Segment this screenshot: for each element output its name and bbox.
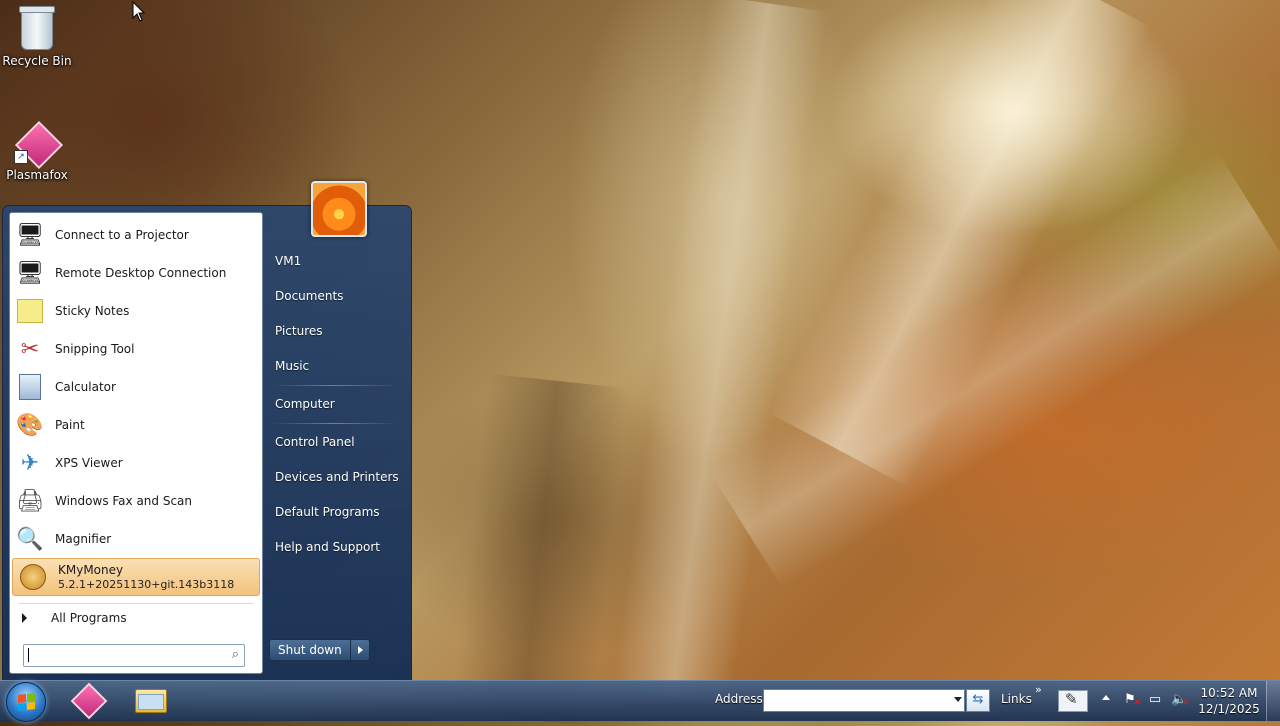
address-input[interactable] xyxy=(764,690,948,711)
address-toolbar-label: Address xyxy=(715,692,763,706)
wallpaper-streak xyxy=(708,151,1280,589)
plasmafox-icon: ↗ xyxy=(14,124,60,164)
places-item-help-support[interactable]: Help and Support xyxy=(265,530,405,565)
shutdown-button[interactable]: Shut down xyxy=(269,639,351,661)
places-item-documents[interactable]: Documents xyxy=(265,279,405,314)
text-caret xyxy=(28,648,29,662)
links-chevron-icon[interactable]: » xyxy=(1035,683,1042,696)
plasmafox-icon xyxy=(70,682,108,720)
program-item-sticky-notes[interactable]: Sticky Notes xyxy=(10,292,262,330)
start-search-input[interactable] xyxy=(28,645,222,666)
network-icon[interactable]: ▭ xyxy=(1147,692,1163,708)
separator xyxy=(271,385,399,386)
program-item-snipping-tool[interactable]: ✂ Snipping Tool xyxy=(10,330,262,368)
show-desktop-button[interactable] xyxy=(1266,681,1280,721)
fax-scan-icon: 🖨 xyxy=(16,488,44,514)
start-menu-places: VM1 Documents Pictures Music Computer Co… xyxy=(265,244,405,565)
kmymoney-icon xyxy=(17,561,49,593)
program-item-kmymoney[interactable]: KMyMoney 5.2.1+20251130+git.143b3118 xyxy=(12,558,260,596)
recycle-bin-icon xyxy=(19,6,55,50)
program-version: 5.2.1+20251130+git.143b3118 xyxy=(58,577,235,591)
address-go-button[interactable]: ⇆ xyxy=(966,689,990,712)
xps-viewer-icon: ✈ xyxy=(20,450,40,476)
program-item-remote-desktop[interactable]: 🖥 Remote Desktop Connection xyxy=(10,254,262,292)
start-menu-programs-pane: 🖥 Connect to a Projector 🖥 Remote Deskto… xyxy=(9,212,263,674)
places-item-music[interactable]: Music xyxy=(265,349,405,384)
show-hidden-icons-icon[interactable] xyxy=(1102,695,1110,700)
program-label: Windows Fax and Scan xyxy=(55,494,193,508)
chevron-down-icon[interactable] xyxy=(954,697,962,702)
desktop-icon-recycle-bin[interactable]: Recycle Bin xyxy=(0,6,74,68)
refresh-arrows-icon: ⇆ xyxy=(972,692,984,707)
places-item-control-panel[interactable]: Control Panel xyxy=(265,425,405,460)
volume-muted-icon[interactable]: 🔈 xyxy=(1171,692,1190,711)
all-programs-label: All Programs xyxy=(51,611,127,625)
system-clock[interactable]: 10:52 AM 12/1/2025 xyxy=(1196,685,1262,717)
search-icon[interactable]: ⌕ xyxy=(232,647,239,662)
program-list: 🖥 Connect to a Projector 🖥 Remote Deskto… xyxy=(10,216,262,596)
taskbar: Address ⇆ Links » ⚑ ▭ 🔈 10:52 AM 12/1/20… xyxy=(0,680,1280,722)
program-label: Remote Desktop Connection xyxy=(55,266,227,280)
places-item-pictures[interactable]: Pictures xyxy=(265,314,405,349)
start-menu: 🖥 Connect to a Projector 🖥 Remote Deskto… xyxy=(2,181,412,681)
snipping-tool-icon: ✂ xyxy=(20,336,40,362)
clock-time: 10:52 AM xyxy=(1200,686,1258,700)
sticky-notes-icon xyxy=(14,295,46,327)
program-label: XPS Viewer xyxy=(55,456,123,470)
program-item-paint[interactable]: 🎨 Paint xyxy=(10,406,262,444)
taskbar-plasmafox-button[interactable] xyxy=(69,682,109,720)
windows-logo-icon xyxy=(18,693,35,711)
desktop-icon-label: Plasmafox xyxy=(6,168,68,182)
places-item-default-programs[interactable]: Default Programs xyxy=(265,495,405,530)
places-item-vm1[interactable]: VM1 xyxy=(265,244,405,279)
places-item-devices-printers[interactable]: Devices and Printers xyxy=(265,460,405,495)
remote-desktop-icon: 🖥 xyxy=(16,260,44,286)
links-toolbar-label[interactable]: Links xyxy=(1001,692,1032,706)
wallpaper-streak xyxy=(452,373,628,726)
program-item-magnifier[interactable]: 🔍 Magnifier xyxy=(10,520,262,558)
program-label: Snipping Tool xyxy=(55,342,135,356)
clock-date: 12/1/2025 xyxy=(1198,702,1260,716)
program-item-xps-viewer[interactable]: ✈ XPS Viewer xyxy=(10,444,262,482)
action-center-flag-icon[interactable]: ⚑ xyxy=(1122,692,1141,711)
program-label: KMyMoney xyxy=(58,562,124,577)
address-bar[interactable] xyxy=(763,689,965,712)
desktop-icon-plasmafox[interactable]: ↗ Plasmafox xyxy=(0,124,74,182)
program-label: Sticky Notes xyxy=(55,304,130,318)
user-picture-avatar[interactable] xyxy=(311,181,367,237)
places-item-computer[interactable]: Computer xyxy=(265,387,405,422)
program-item-calculator[interactable]: Calculator xyxy=(10,368,262,406)
taskbar-explorer-button[interactable] xyxy=(131,684,171,718)
program-label: Calculator xyxy=(55,380,116,394)
shortcut-arrow-icon: ↗ xyxy=(14,150,28,164)
paint-icon: 🎨 xyxy=(16,412,44,438)
program-label-group: KMyMoney 5.2.1+20251130+git.143b3118 xyxy=(58,563,234,592)
program-label: Paint xyxy=(55,418,85,432)
wallpaper-streak xyxy=(611,0,829,705)
file-explorer-icon xyxy=(135,689,167,713)
separator xyxy=(271,423,399,424)
arrow-right-icon xyxy=(22,613,27,623)
shutdown-control: Shut down xyxy=(269,639,370,661)
program-label: Connect to a Projector xyxy=(55,228,189,242)
program-item-connect-projector[interactable]: 🖥 Connect to a Projector xyxy=(10,216,262,254)
separator xyxy=(18,603,254,604)
all-programs-button[interactable]: All Programs xyxy=(10,606,262,630)
program-label: Magnifier xyxy=(55,532,112,546)
magnifier-icon: 🔍 xyxy=(16,526,44,552)
desktop-icon-label: Recycle Bin xyxy=(2,54,72,68)
projector-icon: 🖥 xyxy=(16,222,44,248)
calculator-icon xyxy=(14,371,46,403)
wallpaper-streak xyxy=(767,0,1153,488)
shutdown-options-arrow-icon[interactable] xyxy=(350,639,370,661)
tablet-input-panel-icon[interactable] xyxy=(1058,690,1088,712)
program-item-fax-scan[interactable]: 🖨 Windows Fax and Scan xyxy=(10,482,262,520)
start-button[interactable] xyxy=(6,682,46,722)
start-search-box[interactable]: ⌕ xyxy=(23,644,245,667)
